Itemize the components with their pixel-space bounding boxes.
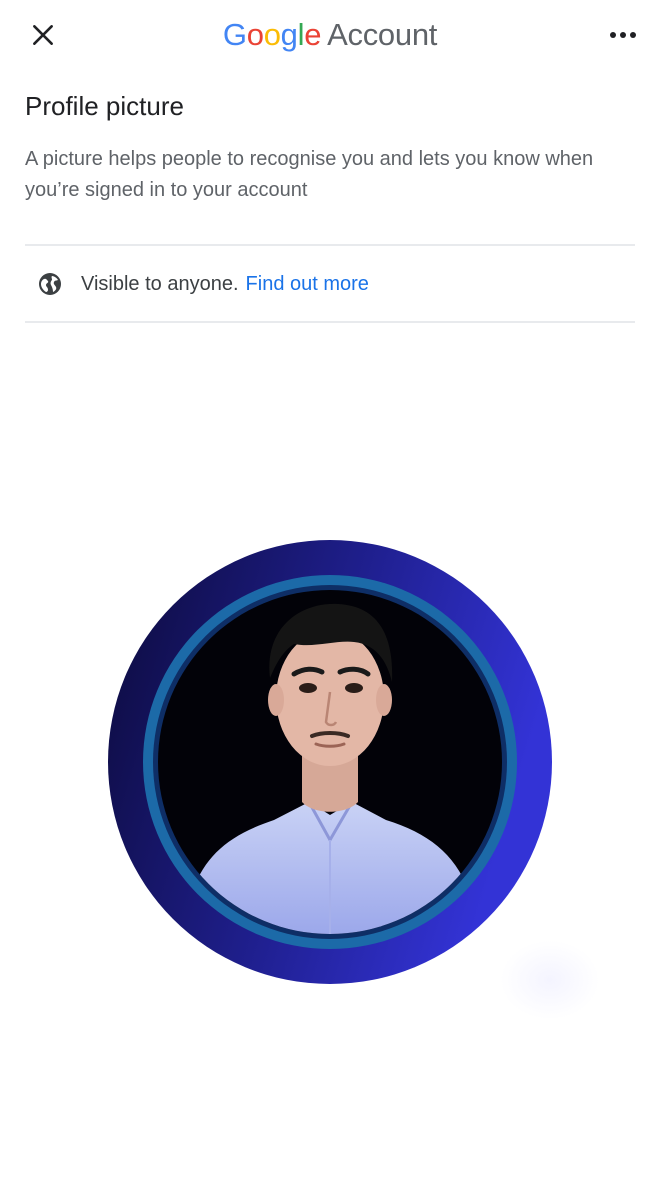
globe-icon <box>37 271 63 297</box>
watermark-blob <box>500 940 600 1020</box>
brand-letter-g: G <box>222 17 247 52</box>
profile-photo-image <box>108 540 552 984</box>
brand-letter-g2: g <box>280 17 298 52</box>
brand-letter-e: e <box>304 17 322 52</box>
page-description: A picture helps people to recognise you … <box>25 148 594 201</box>
visibility-row: Visible to anyone. Find out more <box>25 262 635 306</box>
brand-product-name: Account <box>327 17 438 52</box>
profile-picture-screen: Google Account Profile picture A picture … <box>0 0 660 1200</box>
profile-avatar[interactable] <box>104 540 556 990</box>
google-account-logo: Google Account <box>0 14 660 56</box>
divider-top <box>25 244 635 246</box>
more-options-button[interactable] <box>602 14 644 56</box>
divider-bottom <box>25 321 635 323</box>
more-options-icon <box>610 32 636 38</box>
page-title: Profile picture <box>25 91 184 121</box>
brand-letter-o1: o <box>246 17 264 52</box>
visibility-text: Visible to anyone. <box>81 272 239 295</box>
brand-letter-o2: o <box>263 17 281 52</box>
find-out-more-link[interactable]: Find out more <box>246 273 369 296</box>
top-app-bar: Google Account <box>0 0 660 72</box>
